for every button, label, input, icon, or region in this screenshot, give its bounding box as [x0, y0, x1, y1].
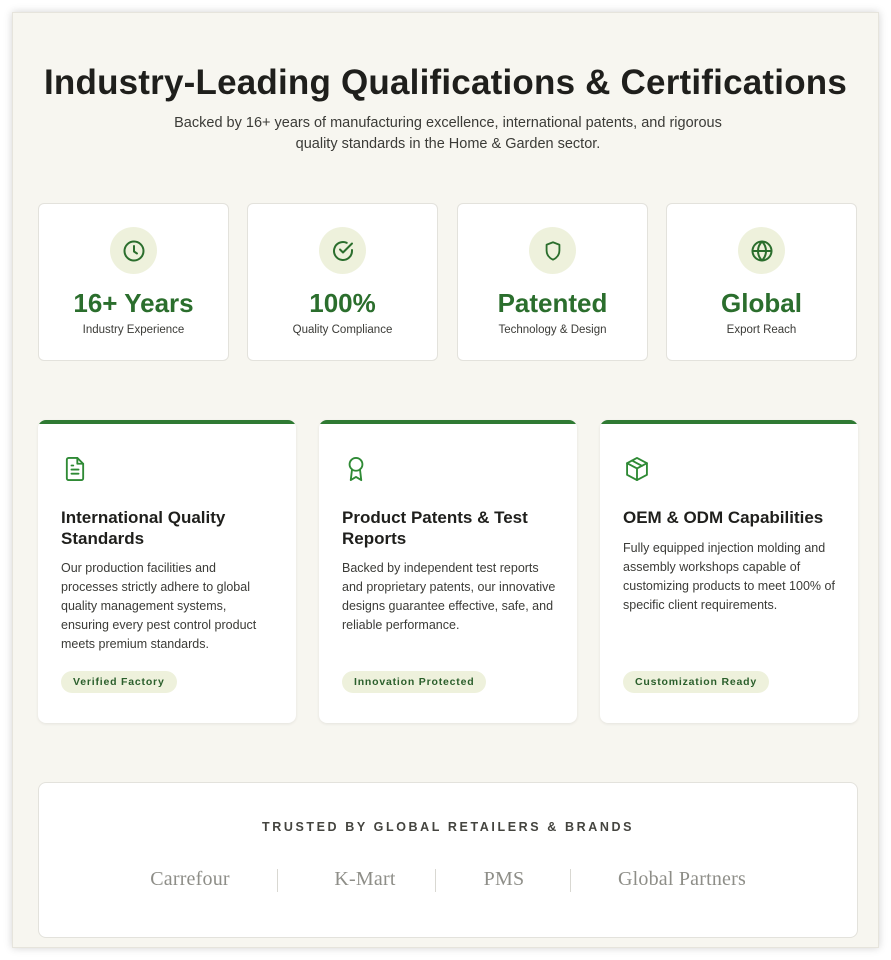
card-accent-bar: [38, 420, 296, 424]
logo-global-partners: Global Partners: [618, 868, 746, 890]
trusted-by-panel: TRUSTED BY GLOBAL RETAILERS & BRANDS Car…: [38, 782, 858, 938]
check-circle-icon: [319, 227, 366, 274]
feature-title: International Quality Standards: [61, 508, 226, 548]
stat-label: Industry Experience: [82, 324, 185, 336]
logo-divider: [277, 869, 278, 892]
stat-value: 16+ Years: [73, 288, 194, 318]
logo-carrefour: Carrefour: [150, 868, 230, 890]
feature-description: Fully equipped injection molding and ass…: [623, 541, 835, 612]
stat-label: Quality Compliance: [292, 324, 393, 336]
feature-card-patents: Product Patents & Test Reports Backed by…: [319, 420, 577, 723]
stat-card-patented: Patented Technology & Design: [457, 203, 648, 361]
stat-label: Technology & Design: [498, 324, 607, 336]
stat-label: Export Reach: [726, 324, 797, 336]
logo-divider: [435, 869, 436, 892]
feature-title: Product Patents & Test Reports: [342, 508, 528, 548]
page-title: Industry-Leading Qualifications & Certif…: [43, 63, 848, 102]
stat-value: 100%: [309, 288, 376, 318]
stat-value: Global: [721, 288, 802, 318]
feature-card-quality-standards: International Quality Standards Our prod…: [38, 420, 296, 723]
status-badge: Verified Factory: [61, 671, 177, 693]
feature-title: OEM & ODM Capabilities: [623, 508, 824, 527]
status-badge: Customization Ready: [623, 671, 769, 693]
logo-pms: PMS: [483, 868, 525, 890]
shield-icon: [529, 227, 576, 274]
stat-card-global: Global Export Reach: [666, 203, 857, 361]
globe-icon: [738, 227, 785, 274]
stat-value: Patented: [497, 288, 608, 318]
stat-card-compliance: 100% Quality Compliance: [247, 203, 438, 361]
logo-divider: [570, 869, 571, 892]
clock-icon: [110, 227, 157, 274]
box-icon: [623, 455, 651, 483]
stat-card-experience: 16+ Years Industry Experience: [38, 203, 229, 361]
feature-card-oem-odm: OEM & ODM Capabilities Fully equipped in…: [600, 420, 858, 723]
trusted-heading: TRUSTED BY GLOBAL RETAILERS & BRANDS: [261, 820, 635, 834]
feature-description: Backed by independent test reports and p…: [342, 561, 556, 632]
logo-kmart: K-Mart: [334, 868, 396, 890]
document-icon: [61, 455, 89, 483]
status-badge: Innovation Protected: [342, 671, 487, 693]
card-accent-bar: [600, 420, 858, 424]
card-accent-bar: [319, 420, 577, 424]
award-ribbon-icon: [342, 455, 370, 483]
feature-description: Our production facilities and processes …: [61, 561, 257, 651]
certifications-section: Industry-Leading Qualifications & Certif…: [12, 12, 879, 948]
page-subtitle: Backed by 16+ years of manufacturing exc…: [174, 115, 722, 152]
